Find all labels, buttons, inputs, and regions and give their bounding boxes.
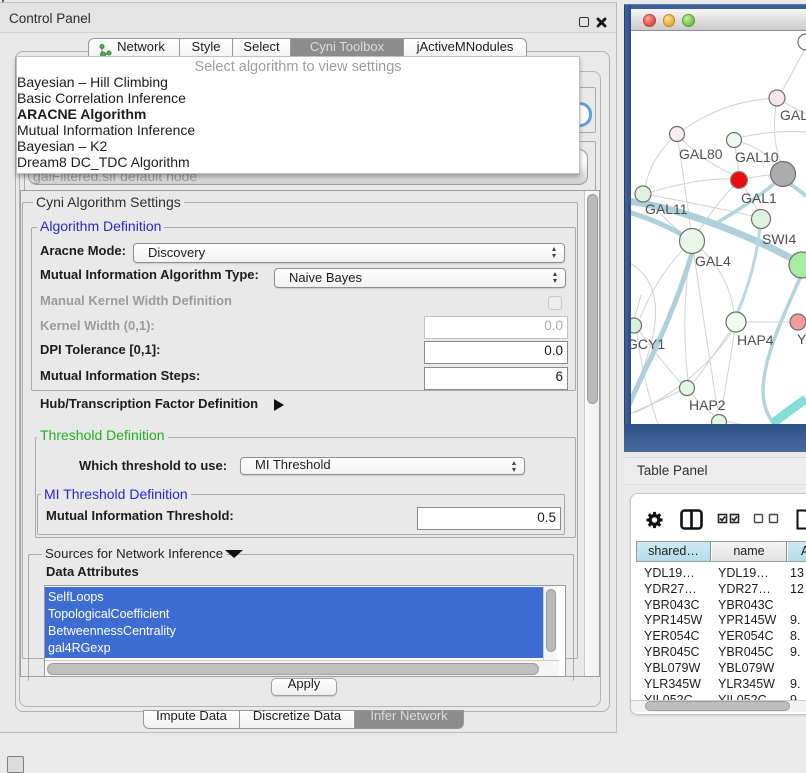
svg-text:GAL1: GAL1 [741, 190, 777, 206]
svg-text:GAL4: GAL4 [695, 253, 731, 269]
svg-text:GAL80: GAL80 [679, 146, 723, 162]
svg-text:Y: Y [797, 331, 806, 347]
svg-text:HAP4: HAP4 [737, 332, 774, 348]
svg-text:GAL11: GAL11 [645, 201, 688, 217]
svg-text:HAP2: HAP2 [689, 397, 726, 413]
svg-text:GAL10: GAL10 [735, 149, 779, 165]
svg-text:SWI4: SWI4 [762, 231, 796, 247]
svg-text:GCY1: GCY1 [631, 336, 665, 352]
svg-text:GAL: GAL [780, 107, 806, 123]
